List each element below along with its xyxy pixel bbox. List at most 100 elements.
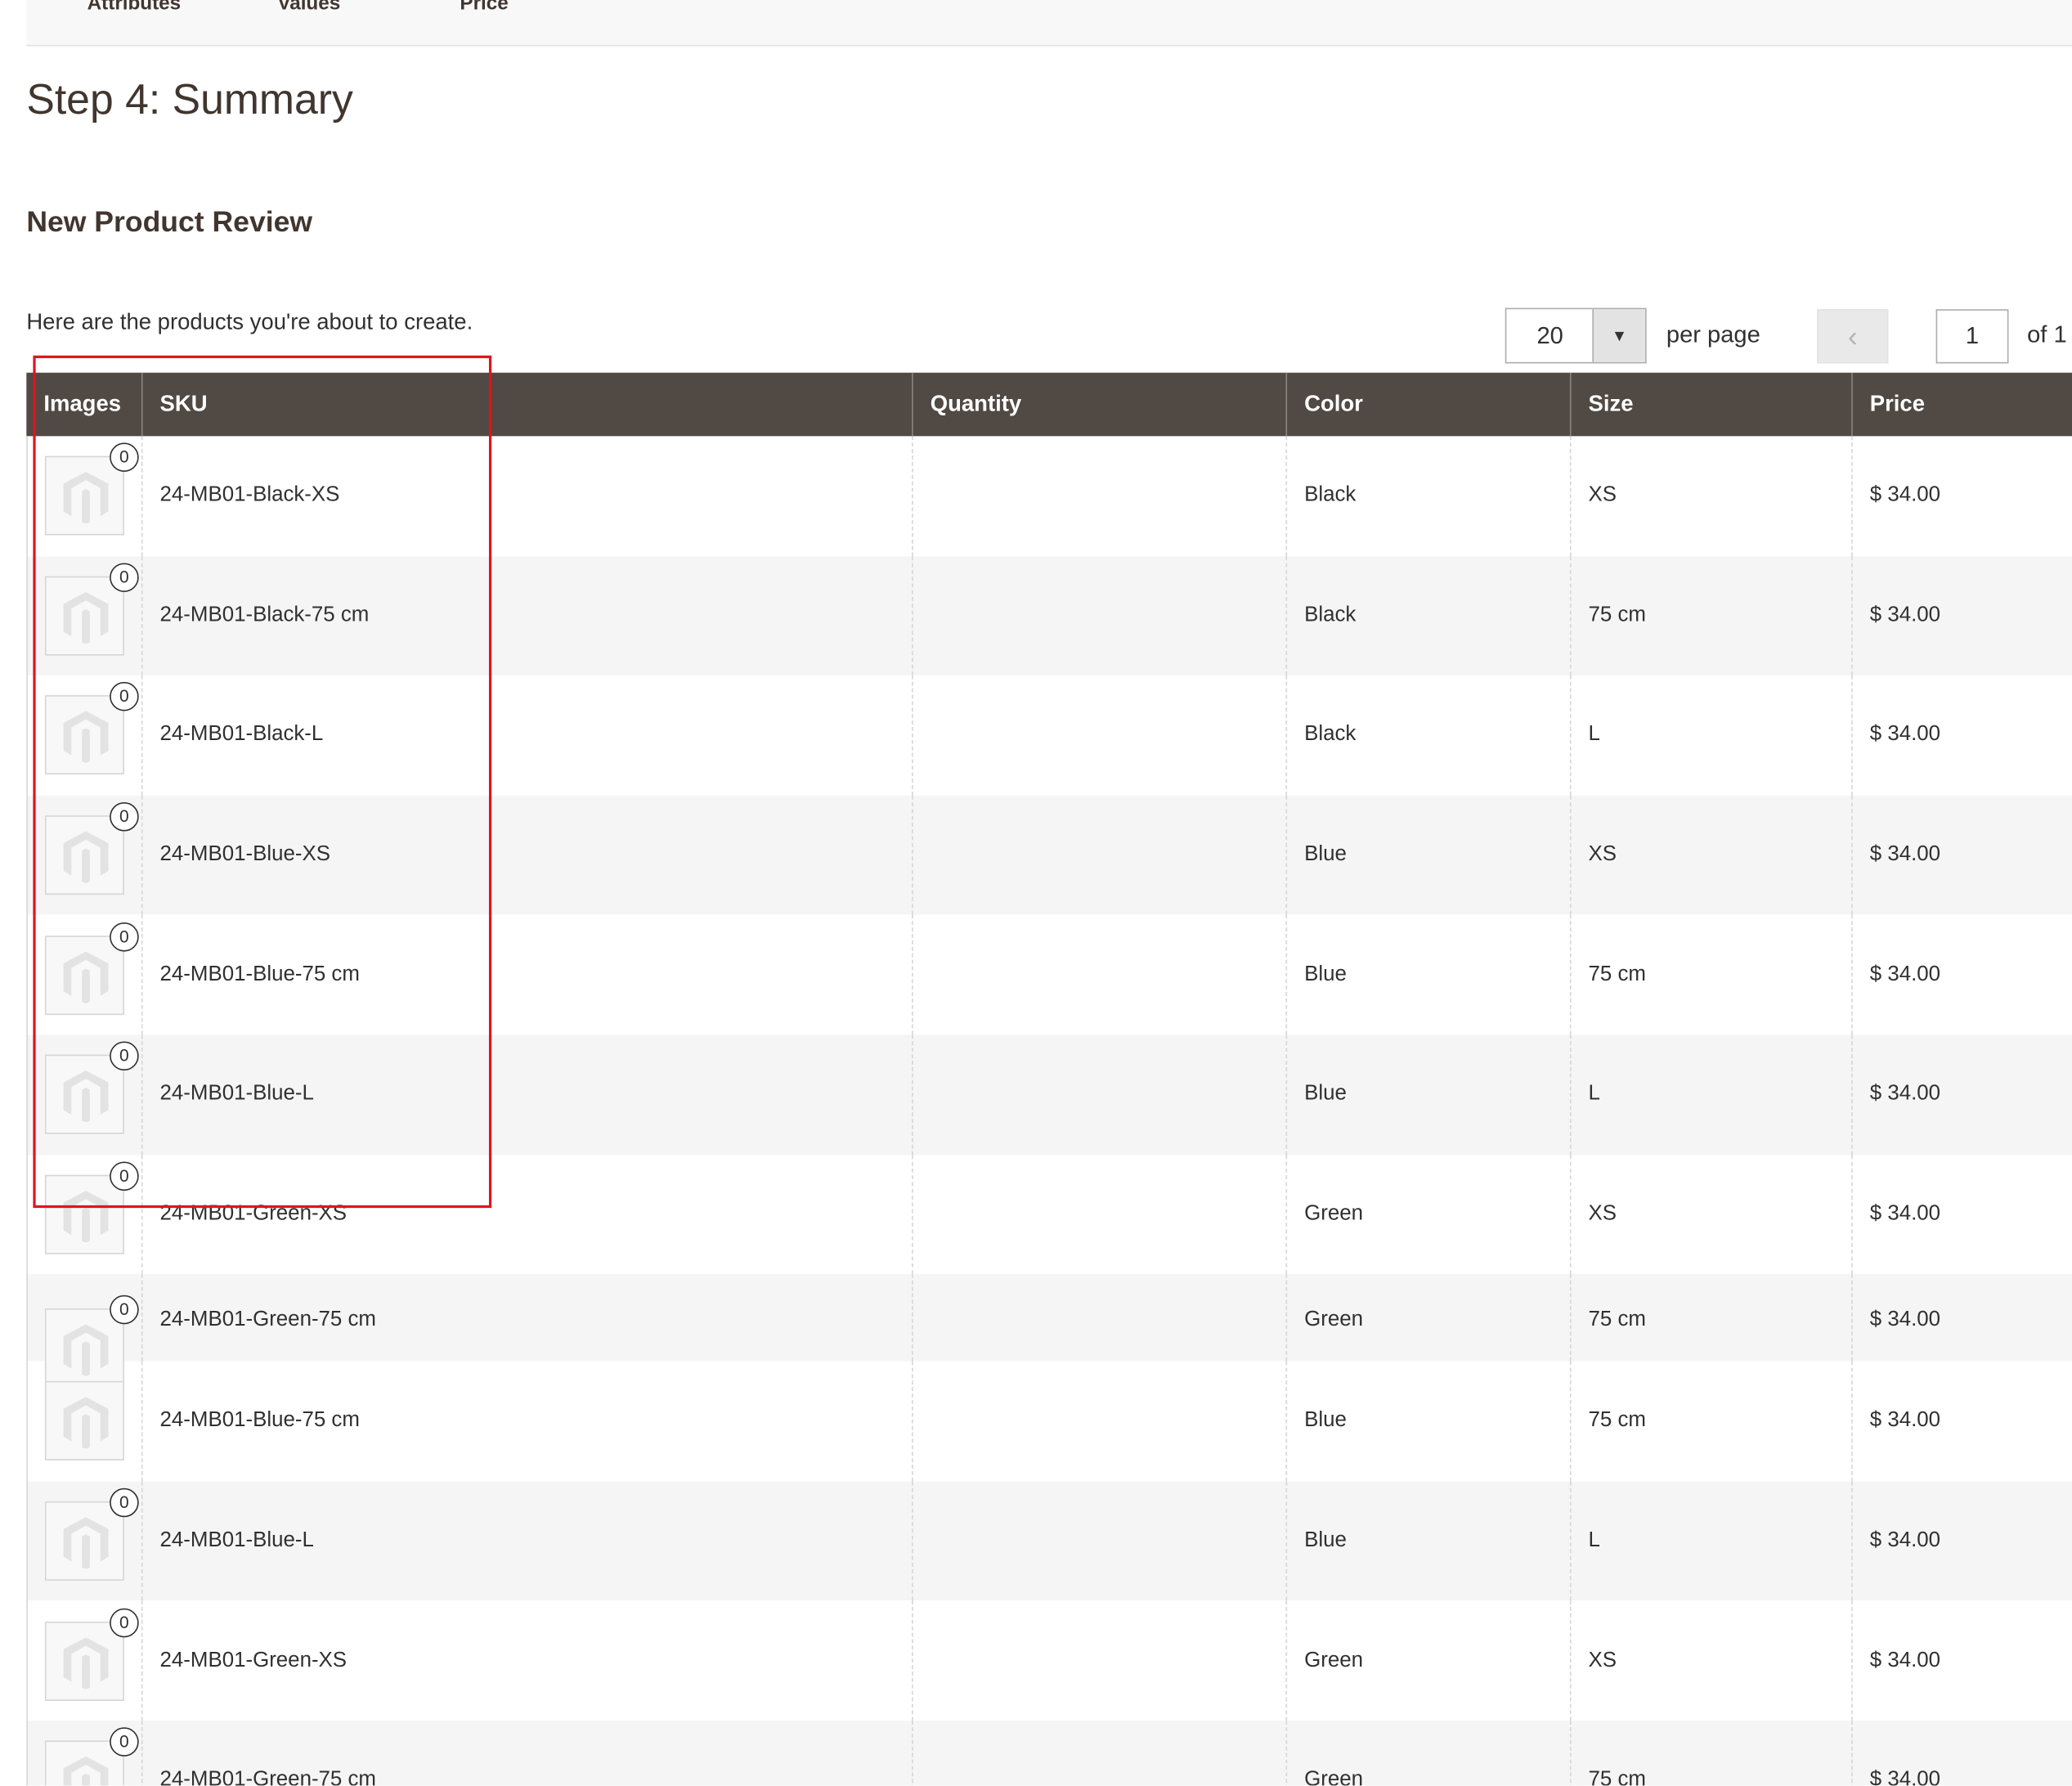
magento-logo-icon	[63, 951, 109, 1003]
per-page-select[interactable]: 20 ▼	[1505, 307, 1647, 364]
image-cell: 0	[26, 555, 141, 676]
image-cell: 0	[26, 1154, 141, 1275]
sku-cell: 24-MB01-Green-75 cm	[141, 1721, 912, 1786]
column-header-images: Images	[43, 391, 122, 417]
image-count-badge: 0	[110, 802, 139, 832]
color-cell: Blue	[1285, 1361, 1569, 1482]
table-row: 0 24-MB01-Green-75 cm Green 75 cm $ 34.0…	[26, 1274, 2072, 1389]
price-cell: $ 34.00	[1851, 795, 2072, 915]
price-cell: $ 34.00	[1851, 675, 2072, 796]
sku-cell: 24-MB01-Black-75 cm	[141, 555, 912, 676]
product-thumbnail[interactable]	[44, 1381, 124, 1461]
magento-logo-icon	[63, 1397, 109, 1449]
product-thumbnail[interactable]: 0	[44, 922, 139, 1015]
size-cell: 75 cm	[1569, 914, 1851, 1035]
product-thumbnail[interactable]: 0	[44, 1161, 139, 1254]
product-thumbnail[interactable]: 0	[44, 802, 139, 895]
size-cell: 75 cm	[1569, 1721, 1851, 1786]
table-row: 0 24-MB01-Blue-75 cm Blue 75 cm $ 34.00	[26, 914, 2072, 1035]
step-tab-price[interactable]: Price	[460, 0, 508, 15]
quantity-cell	[912, 436, 1285, 556]
product-thumbnail[interactable]: 0	[44, 1727, 139, 1786]
image-count-badge: 0	[110, 563, 139, 592]
size-cell: XS	[1569, 795, 1851, 915]
quantity-cell	[912, 795, 1285, 915]
magento-logo-icon	[63, 1757, 109, 1786]
wizard-steps-bar: Attributes Values Price	[26, 0, 2072, 47]
image-count-badge: 0	[110, 1041, 139, 1071]
image-count-badge: 0	[110, 1727, 139, 1757]
caret-down-icon[interactable]: ▼	[1592, 309, 1646, 362]
column-header-price: Price	[1851, 372, 2072, 437]
step-tab-attributes[interactable]: Attributes	[87, 0, 181, 15]
magento-logo-icon	[63, 472, 109, 524]
sku-cell: 24-MB01-Blue-L	[141, 1034, 912, 1155]
image-cell: 0	[26, 914, 141, 1035]
sku-cell: 24-MB01-Blue-75 cm	[141, 1361, 912, 1482]
sku-cell: 24-MB01-Green-XS	[141, 1154, 912, 1275]
quantity-cell	[912, 914, 1285, 1035]
table-row: 0 24-MB01-Black-75 cm Black 75 cm $ 34.0…	[26, 555, 2072, 676]
image-cell: 0	[26, 795, 141, 915]
table-row: 0 24-MB01-Blue-L Blue L $ 34.00	[26, 1034, 2072, 1155]
image-cell: 0	[26, 1721, 141, 1786]
price-cell: $ 34.00	[1851, 555, 2072, 676]
sku-cell: 24-MB01-Black-L	[141, 675, 912, 796]
image-count-badge: 0	[110, 442, 139, 473]
product-thumbnail[interactable]: 0	[44, 1488, 139, 1581]
magento-logo-icon	[63, 1517, 109, 1569]
sku-cell: 24-MB01-Green-XS	[141, 1600, 912, 1721]
product-thumbnail[interactable]: 0	[44, 682, 139, 775]
sku-cell: 24-MB01-Black-XS	[141, 436, 912, 556]
table-row: 0 24-MB01-Green-XS Green XS $ 34.00	[26, 1154, 2072, 1275]
table-row: 0 24-MB01-Green-75 cm Green 75 cm $ 34.0…	[26, 1721, 2072, 1786]
size-cell: L	[1569, 1481, 1851, 1601]
size-cell: XS	[1569, 1154, 1851, 1275]
image-cell: 0	[26, 675, 141, 796]
product-grid: Images SKU Quantity Color Size Price 0 2…	[26, 372, 2072, 1786]
product-thumbnail[interactable]: 0	[44, 563, 139, 656]
sku-cell: 24-MB01-Green-75 cm	[141, 1274, 912, 1362]
column-header-sku: SKU	[141, 372, 912, 437]
table-row: 0 24-MB01-Blue-XS Blue XS $ 34.00	[26, 795, 2072, 915]
column-header-quantity: Quantity	[912, 372, 1285, 437]
previous-page-button[interactable]: ‹	[1817, 309, 1889, 364]
image-cell: 0	[26, 1600, 141, 1721]
product-thumbnail[interactable]: 0	[44, 442, 139, 536]
image-cell: 0	[26, 1274, 141, 1389]
per-page-value: 20	[1536, 322, 1563, 349]
sku-cell: 24-MB01-Blue-L	[141, 1481, 912, 1601]
color-cell: Blue	[1285, 795, 1569, 915]
quantity-cell	[912, 675, 1285, 796]
product-thumbnail[interactable]: 0	[44, 1608, 139, 1701]
current-page-input[interactable]	[1935, 309, 2009, 364]
column-header-color: Color	[1285, 372, 1569, 437]
size-cell: 75 cm	[1569, 1361, 1851, 1482]
price-cell: $ 34.00	[1851, 1274, 2072, 1362]
color-cell: Black	[1285, 436, 1569, 556]
product-thumbnail[interactable]: 0	[44, 1041, 139, 1135]
image-cell	[26, 1361, 141, 1482]
image-count-badge: 0	[110, 1295, 139, 1325]
table-row: 24-MB01-Blue-75 cm Blue 75 cm $ 34.00	[26, 1361, 2072, 1482]
price-cell: $ 34.00	[1851, 914, 2072, 1035]
step-tab-values[interactable]: Values	[277, 0, 340, 15]
quantity-cell	[912, 1481, 1285, 1601]
size-cell: L	[1569, 675, 1851, 796]
image-cell: 0	[26, 1034, 141, 1155]
table-row: 0 24-MB01-Black-XS Black XS $ 34.00	[26, 436, 2072, 556]
per-page-label: per page	[1666, 321, 1760, 348]
image-count-badge: 0	[110, 1488, 139, 1518]
size-cell: 75 cm	[1569, 1274, 1851, 1362]
magento-logo-icon	[63, 1190, 109, 1242]
color-cell: Blue	[1285, 914, 1569, 1035]
quantity-cell	[912, 1721, 1285, 1786]
sku-cell: 24-MB01-Blue-75 cm	[141, 914, 912, 1035]
price-cell: $ 34.00	[1851, 1481, 2072, 1601]
price-cell: $ 34.00	[1851, 1600, 2072, 1721]
color-cell: Green	[1285, 1154, 1569, 1275]
color-cell: Blue	[1285, 1481, 1569, 1601]
size-cell: L	[1569, 1034, 1851, 1155]
sku-cell: 24-MB01-Blue-XS	[141, 795, 912, 915]
price-cell: $ 34.00	[1851, 1361, 2072, 1482]
